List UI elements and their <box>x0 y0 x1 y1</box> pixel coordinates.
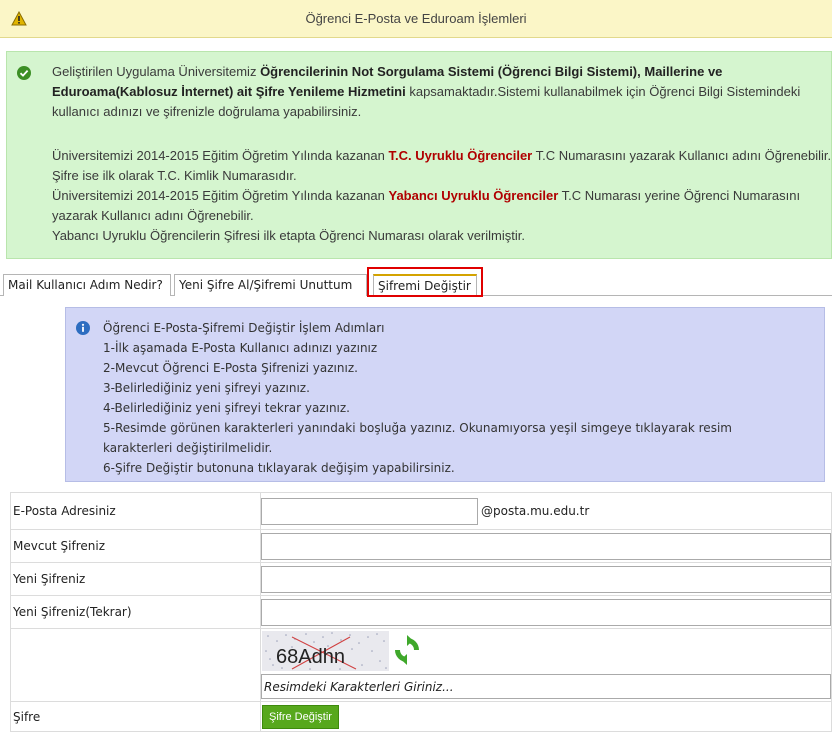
instruction-item: 6-Şifre Değiştir butonuna tıklayarak değ… <box>103 461 455 475</box>
notice-paragraph-1: Geliştirilen Uygulama Üniversitemiz Öğre… <box>52 64 801 119</box>
current-password-input[interactable] <box>261 532 831 560</box>
instruction-item: 4-Belirlediğiniz yeni şifreyi tekrar yaz… <box>103 401 350 415</box>
new-password-label: Yeni Şifreniz <box>10 562 261 596</box>
tab-bar: Mail Kullanıcı Adım Nedir? Yeni Şifre Al… <box>0 271 832 296</box>
instruction-item: 3-Belirlediğiniz yeni şifreyi yazınız. <box>103 381 310 395</box>
instructions-list: Öğrenci E-Posta-Şifremi Değiştir İşlem A… <box>103 318 803 478</box>
change-password-button[interactable]: Şifre Değiştir <box>262 704 339 729</box>
notice-paragraph-2: Üniversitemizi 2014-2015 Eğitim Öğretim … <box>52 148 832 243</box>
captcha-cell: 68Adhn <box>260 628 832 702</box>
repeat-password-input[interactable] <box>261 598 831 626</box>
tab-change-password[interactable]: Şifremi Değiştir <box>373 274 477 296</box>
refresh-icon[interactable] <box>392 635 422 665</box>
captcha-row-label <box>10 628 261 702</box>
page-header: Öğrenci E-Posta ve Eduroam İşlemleri <box>0 0 832 38</box>
email-domain: @posta.mu.edu.tr <box>481 504 590 518</box>
instructions-box: Öğrenci E-Posta-Şifremi Değiştir İşlem A… <box>65 307 825 482</box>
email-input[interactable] <box>261 497 478 525</box>
info-icon <box>76 321 90 335</box>
page-title: Öğrenci E-Posta ve Eduroam İşlemleri <box>305 11 527 26</box>
repeat-password-label: Yeni Şifreniz(Tekrar) <box>10 595 261 629</box>
instruction-item: 5-Resimde görünen karakterleri yanındaki… <box>103 421 732 455</box>
captcha-input[interactable] <box>261 674 831 699</box>
password-change-form: E-Posta Adresiniz @posta.mu.edu.tr Mevcu… <box>10 492 832 732</box>
captcha-image: 68Adhn <box>262 631 389 671</box>
current-password-label: Mevcut Şifreniz <box>10 529 261 563</box>
notice-box: Geliştirilen Uygulama Üniversitemiz Öğre… <box>6 51 832 259</box>
email-label: E-Posta Adresiniz <box>10 492 261 530</box>
tab-forgot-password[interactable]: Yeni Şifre Al/Şifremi Unuttum <box>174 274 367 296</box>
instruction-item: Öğrenci E-Posta-Şifremi Değiştir İşlem A… <box>103 321 385 335</box>
instruction-item: 1-İlk aşamada E-Posta Kullanıcı adınızı … <box>103 341 378 355</box>
submit-row-label: Şifre <box>10 701 261 732</box>
instruction-item: 2-Mevcut Öğrenci E-Posta Şifrenizi yazın… <box>103 361 358 375</box>
tab-mail-username[interactable]: Mail Kullanıcı Adım Nedir? <box>3 274 171 296</box>
check-circle-icon <box>17 66 31 80</box>
captcha-text: 68Adhn <box>276 646 345 668</box>
new-password-input[interactable] <box>261 565 831 593</box>
